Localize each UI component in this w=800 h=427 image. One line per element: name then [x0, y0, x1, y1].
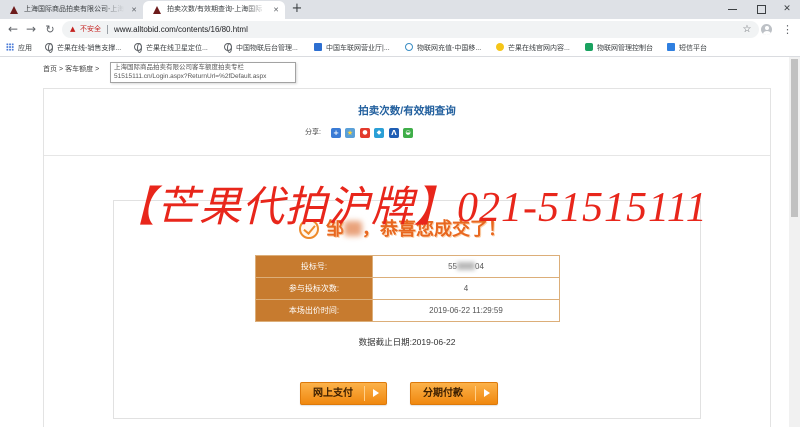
bookmark-apps[interactable]: 应用: [6, 40, 32, 57]
bookmark-label: 芒果在线-销售支撑...: [57, 45, 122, 52]
bookmark-mango-gps[interactable]: 芒果在线卫星定位...: [134, 40, 208, 57]
minimize-button[interactable]: [726, 4, 740, 14]
table-row: 投标号: 55 04: [255, 255, 560, 278]
star-icon[interactable]: [741, 21, 753, 38]
bookmark-label: 中国物联后台管理...: [236, 45, 298, 52]
tooltip-url: 51515111.cn/Login.aspx?ReturnUrl=%2fDefa…: [114, 72, 267, 80]
bookmark-mango-sales[interactable]: 芒果在线-销售支撑...: [45, 40, 121, 57]
maximize-button[interactable]: [754, 4, 768, 14]
bid-time-value: 2019-06-22 11:29:59: [372, 299, 560, 322]
share-wechat-icon[interactable]: [403, 128, 413, 138]
site-favicon-icon: [10, 6, 18, 14]
table-row: 本场出价时间: 2019-06-22 11:29:59: [255, 299, 560, 322]
bookmark-label: 芒果在线卫星定位...: [146, 45, 208, 52]
forward-button[interactable]: [24, 21, 38, 38]
data-cutoff-date: 数据截止日期:2019-06-22: [358, 337, 456, 347]
mobile-recharge-icon: [405, 43, 413, 52]
share-label: 分享:: [305, 129, 321, 136]
mango-site-icon: [496, 43, 504, 52]
share-qzone-icon[interactable]: [345, 128, 355, 138]
arrow-right-icon: [475, 386, 497, 401]
table-row: 参与投标次数: 4: [255, 277, 560, 300]
tab-title: 拍卖次数/有效期查询-上海国际: [167, 6, 263, 13]
apps-grid-icon: [6, 43, 14, 52]
bookmark-iot-recharge[interactable]: 物联网充值-中国移...: [405, 40, 481, 57]
avatar-icon[interactable]: [761, 24, 772, 35]
tab-auction-company[interactable]: 上海国际商品拍卖有限公司-上海: [0, 1, 143, 19]
bookmark-label: 应用: [18, 45, 32, 52]
bookmark-mango-site[interactable]: 芒果在线官网内容...: [496, 40, 570, 57]
back-button[interactable]: [6, 21, 20, 38]
bid-number-end: 04: [475, 262, 484, 271]
security-status[interactable]: 不安全: [80, 21, 101, 38]
tooltip-title: 上海国际商品拍卖有限公司客车额度拍卖专栏: [114, 64, 244, 71]
close-icon[interactable]: [272, 6, 280, 14]
bookmark-label: 物联网管理控制台: [597, 45, 653, 52]
breadcrumb: 首页 > 客车额度 >: [43, 65, 101, 75]
result-table: 投标号: 55 04 参与投标次数: 4 本场出价时间: 2019-06-22 1…: [255, 255, 560, 322]
kebab-menu-icon[interactable]: [782, 21, 792, 38]
blurred-bid-digits: [457, 262, 475, 270]
bid-number-label: 投标号:: [255, 255, 373, 278]
breadcrumb-section[interactable]: 客车额度: [65, 66, 93, 73]
breadcrumb-home[interactable]: 首页: [43, 66, 57, 73]
online-pay-label: 网上支付: [313, 388, 353, 399]
bookmark-label: 物联网充值-中国移...: [417, 45, 482, 52]
warning-triangle-icon[interactable]: [70, 21, 78, 38]
bookmark-label: 中国车联网营业厅|...: [326, 45, 390, 52]
online-pay-button[interactable]: 网上支付: [300, 382, 387, 405]
bid-time-label: 本场出价时间:: [255, 299, 373, 322]
bid-count-label: 参与投标次数:: [255, 277, 373, 300]
bookmark-label: 短信平台: [679, 45, 707, 52]
address-bar[interactable]: 不安全 www.alltobid.com/contents/16/80.html: [62, 21, 759, 38]
share-weibo-icon[interactable]: [360, 128, 370, 138]
close-window-button[interactable]: [780, 3, 794, 15]
bid-count-value: 4: [372, 277, 560, 300]
link-tooltip: 上海国际商品拍卖有限公司客车额度拍卖专栏 51515111.cn/Login.a…: [110, 62, 296, 83]
url-text[interactable]: www.alltobid.com/contents/16/80.html: [114, 21, 248, 38]
tab-auction-query[interactable]: 拍卖次数/有效期查询-上海国际: [143, 1, 285, 19]
sms-icon: [667, 43, 675, 52]
breadcrumb-separator: >: [95, 66, 100, 73]
tab-title: 上海国际商品拍卖有限公司-上海: [24, 6, 124, 13]
bid-number-start: 55: [448, 262, 457, 271]
breadcrumb-separator: >: [59, 66, 64, 73]
bookmark-sms[interactable]: 短信平台: [667, 40, 707, 57]
new-tab-button[interactable]: [290, 2, 304, 16]
iot-console-icon: [585, 43, 593, 52]
page-title: 拍卖次数/有效期查询: [358, 105, 456, 117]
installment-label: 分期付款: [423, 388, 463, 399]
share-more-icon[interactable]: [331, 128, 341, 138]
reload-button[interactable]: [43, 21, 57, 38]
bookmark-iot-admin[interactable]: 中国物联后台管理...: [224, 40, 298, 57]
installment-button[interactable]: 分期付款: [410, 382, 498, 405]
site-favicon-icon: [153, 6, 161, 14]
address-separator: [107, 25, 108, 34]
bid-number-value: 55 04: [372, 255, 560, 278]
globe-icon: [224, 43, 232, 54]
watermark-overlay: 【芒果代拍沪牌】021-51515111: [113, 185, 708, 231]
arrow-right-icon: [364, 386, 386, 401]
globe-icon: [134, 43, 142, 54]
close-icon[interactable]: [130, 6, 138, 14]
toolbar: 不安全 www.alltobid.com/contents/16/80.html: [0, 19, 800, 40]
car-network-icon: [314, 43, 322, 52]
section-divider: [44, 155, 770, 156]
bookmark-iot-console[interactable]: 物联网管理控制台: [585, 40, 653, 57]
bookmark-car-network[interactable]: 中国车联网营业厅|...: [314, 40, 390, 57]
share-renren-icon[interactable]: [389, 128, 399, 138]
globe-icon: [45, 43, 53, 54]
bookmark-label: 芒果在线官网内容...: [508, 45, 570, 52]
share-tqq-icon[interactable]: [374, 128, 384, 138]
